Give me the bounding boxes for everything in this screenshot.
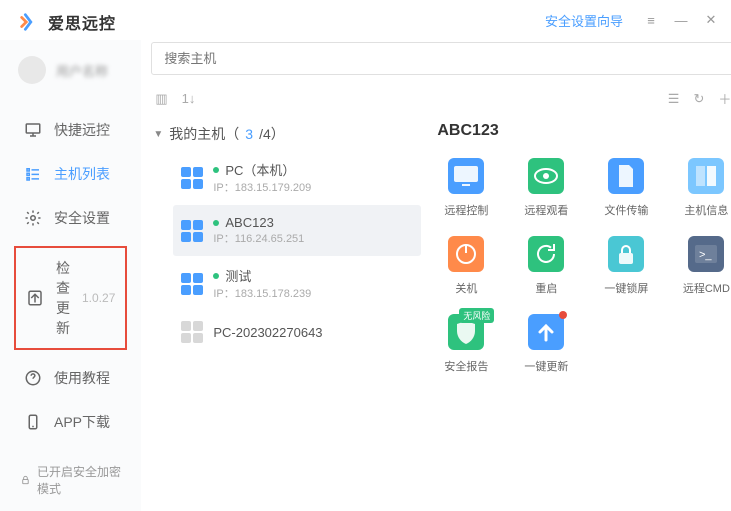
- close-button[interactable]: ✕: [703, 12, 719, 28]
- host-ip: IP：183.15.178.239: [213, 285, 311, 301]
- host-name: ABC123: [213, 215, 304, 230]
- host-name: PC（本机）: [213, 160, 311, 179]
- action-lock[interactable]: 一键锁屏: [597, 236, 655, 296]
- monitor-icon: [24, 121, 42, 139]
- nav-quick-remote[interactable]: 快捷远控: [0, 108, 141, 152]
- list-icon: [24, 165, 42, 183]
- no-risk-badge: 无风险: [459, 308, 494, 323]
- security-status: 已开启安全加密模式: [0, 449, 141, 511]
- host-item[interactable]: PC（本机） IP：183.15.179.209: [173, 150, 421, 205]
- host-ip: IP：183.15.179.209: [213, 179, 311, 195]
- list-view-icon[interactable]: ☰: [666, 89, 682, 109]
- gear-icon: [24, 209, 42, 227]
- user-profile[interactable]: 用户名称: [0, 46, 141, 100]
- nav-security[interactable]: 安全设置: [0, 196, 141, 240]
- group-label: 我的主机（: [169, 124, 239, 144]
- cmd-icon: >_: [688, 236, 724, 272]
- host-status-icon: [181, 167, 203, 189]
- online-dot-icon: [213, 220, 219, 226]
- file-icon: [608, 158, 644, 194]
- action-eye[interactable]: 远程观看: [517, 158, 575, 218]
- action-label: 远程控制: [444, 202, 488, 218]
- host-item[interactable]: 测试 IP：183.15.178.239: [173, 256, 421, 311]
- nav-label: 检查更新: [56, 258, 70, 338]
- refresh-icon: [528, 236, 564, 272]
- host-status-icon: [181, 220, 203, 242]
- lock-icon: [20, 473, 31, 487]
- action-shield[interactable]: 无风险 安全报告: [437, 314, 495, 374]
- action-power[interactable]: 关机: [437, 236, 495, 296]
- svg-text:>_: >_: [699, 249, 712, 261]
- search-input[interactable]: [151, 42, 731, 75]
- action-up[interactable]: 一键更新: [517, 314, 575, 374]
- nav-label: APP下载: [54, 412, 110, 432]
- logo-icon: [18, 11, 40, 33]
- screen-icon: [448, 158, 484, 194]
- up-icon: [528, 314, 564, 350]
- online-dot-icon: [213, 167, 219, 173]
- nav-label: 快捷远控: [54, 120, 110, 140]
- action-label: 一键更新: [524, 358, 568, 374]
- security-guide-link[interactable]: 安全设置向导: [545, 11, 623, 30]
- sort-icon[interactable]: 1↓: [180, 89, 198, 108]
- host-group-header[interactable]: ▼ 我的主机（ 3/4）: [151, 118, 421, 150]
- nav-app-download[interactable]: APP下载: [0, 400, 141, 444]
- lock-icon: [608, 236, 644, 272]
- action-cmd[interactable]: >_ 远程CMD: [677, 236, 731, 296]
- update-dot-icon: [559, 311, 567, 319]
- nav-label: 安全设置: [54, 208, 110, 228]
- add-icon[interactable]: ＋: [716, 87, 731, 110]
- nav-tutorial[interactable]: 使用教程: [0, 356, 141, 400]
- app-title: 爱思远控: [48, 10, 116, 34]
- phone-icon: [24, 413, 42, 431]
- host-status-icon: [181, 273, 203, 295]
- group-count-online: 3: [245, 126, 253, 142]
- action-info[interactable]: 主机信息: [677, 158, 731, 218]
- action-label: 主机信息: [684, 202, 728, 218]
- help-icon: [24, 369, 42, 387]
- info-icon: [688, 158, 724, 194]
- user-name: 用户名称: [56, 61, 108, 80]
- version-text: 1.0.27: [82, 291, 115, 305]
- nav-label: 主机列表: [54, 164, 110, 184]
- nav-check-update[interactable]: 检查更新 1.0.27: [14, 246, 127, 350]
- action-label: 远程CMD: [683, 280, 730, 296]
- online-dot-icon: [213, 273, 219, 279]
- host-item[interactable]: ABC123 IP：116.24.65.251: [173, 205, 421, 256]
- chevron-down-icon: ▼: [153, 129, 163, 140]
- host-name: PC-202302270643: [213, 325, 322, 340]
- menu-button[interactable]: ≡: [643, 12, 659, 28]
- host-ip: IP：116.24.65.251: [213, 230, 304, 246]
- shield-icon: 无风险: [448, 314, 484, 350]
- nav-host-list[interactable]: 主机列表: [0, 152, 141, 196]
- action-label: 文件传输: [604, 202, 648, 218]
- action-file[interactable]: 文件传输: [597, 158, 655, 218]
- action-screen[interactable]: 远程控制: [437, 158, 495, 218]
- action-label: 一键锁屏: [604, 280, 648, 296]
- avatar: [18, 56, 46, 84]
- minimize-button[interactable]: —: [673, 12, 689, 28]
- host-item[interactable]: PC-202302270643: [173, 311, 421, 353]
- power-icon: [448, 236, 484, 272]
- upload-icon: [26, 289, 44, 307]
- action-label: 安全报告: [444, 358, 488, 374]
- toolbar: ▥ 1↓ ☰ ↻ ＋: [151, 83, 731, 118]
- app-logo: 爱思远控: [0, 2, 141, 42]
- group-count-total: /4）: [259, 124, 285, 144]
- eye-icon: [528, 158, 564, 194]
- refresh-icon[interactable]: ↻: [691, 89, 706, 109]
- action-label: 远程观看: [524, 202, 568, 218]
- host-status-icon: [181, 321, 203, 343]
- action-refresh[interactable]: 重启: [517, 236, 575, 296]
- host-name: 测试: [213, 266, 311, 285]
- security-status-text: 已开启安全加密模式: [37, 463, 121, 497]
- selected-host-title: ABC123: [433, 118, 731, 158]
- action-label: 重启: [535, 280, 557, 296]
- action-label: 关机: [455, 280, 477, 296]
- nav-label: 使用教程: [54, 368, 110, 388]
- grid-view-icon[interactable]: ▥: [153, 89, 169, 109]
